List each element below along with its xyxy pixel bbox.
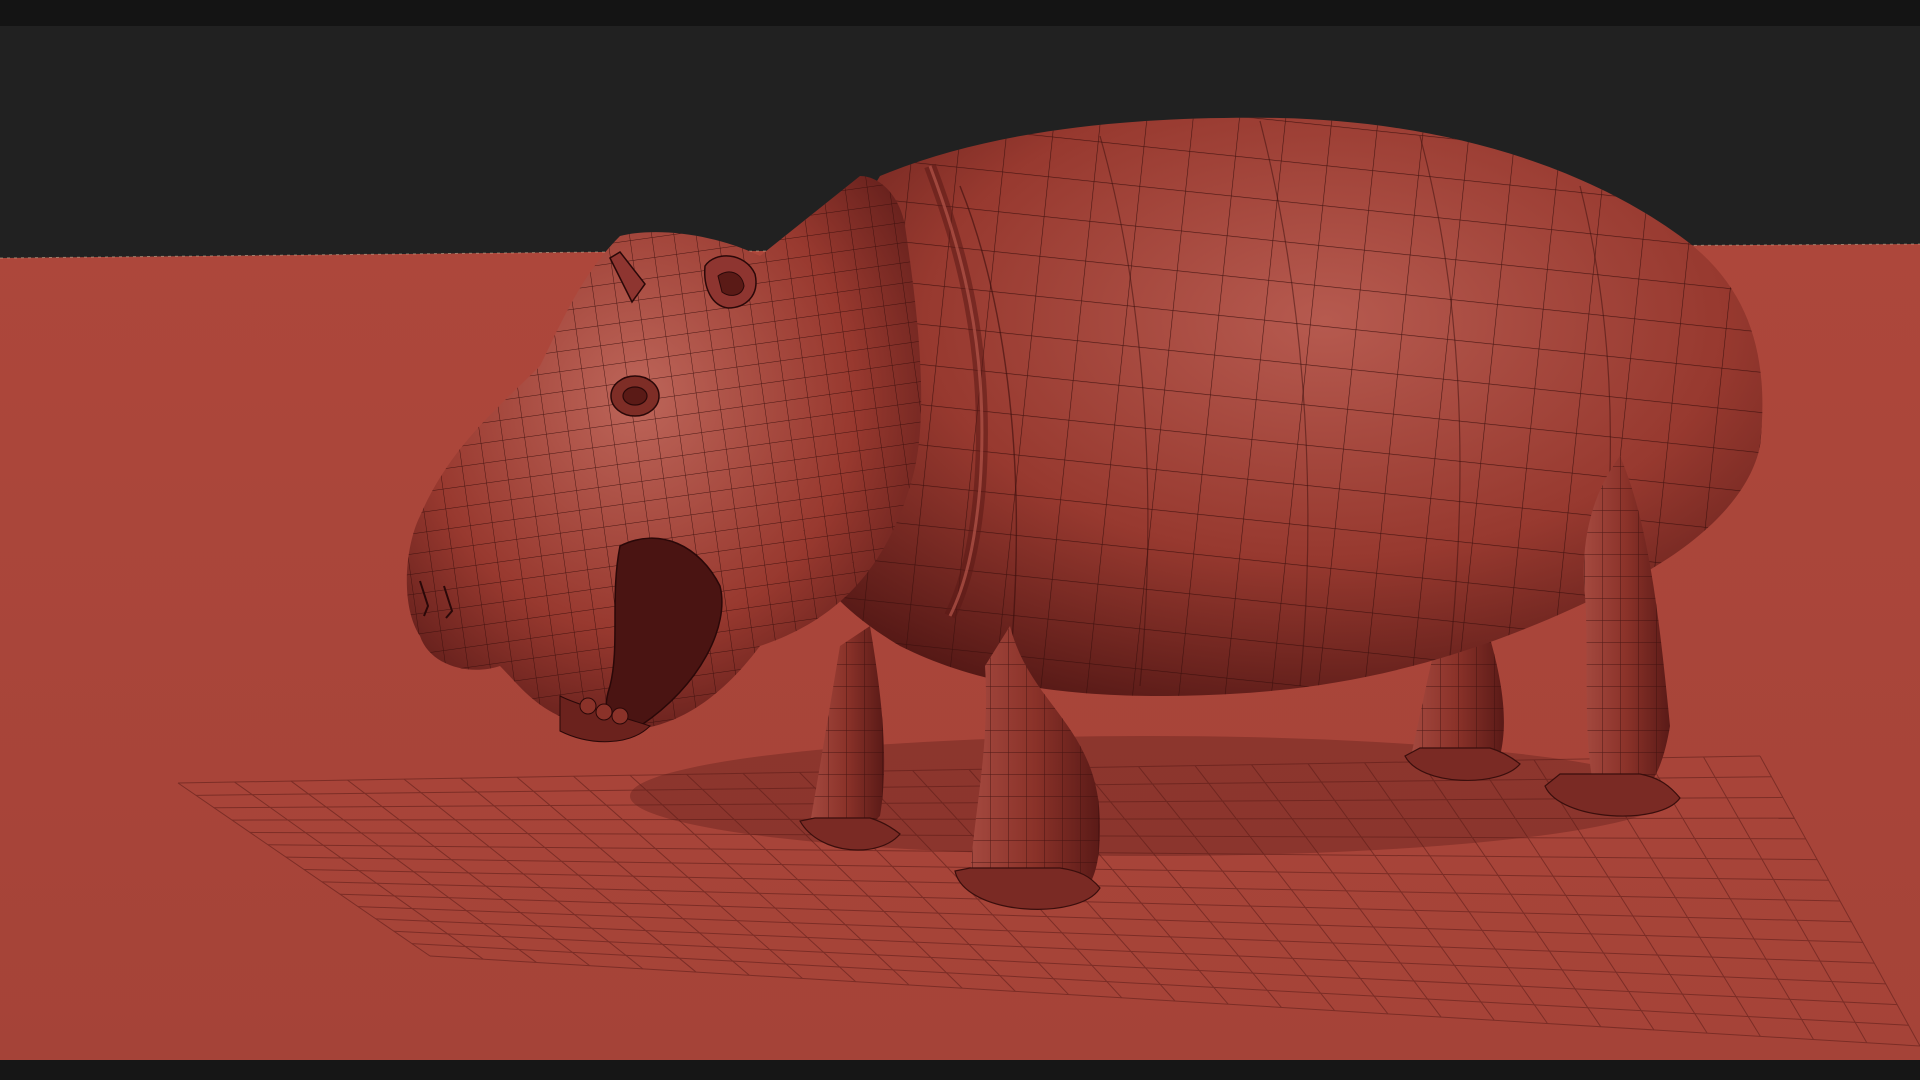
eye-mesh [610,375,660,417]
bottom-toolbar-strip [0,1060,1920,1080]
viewport-scene [0,26,1920,1060]
3d-viewport[interactable] [0,26,1920,1060]
top-toolbar-strip [0,0,1920,26]
ground-shadow [630,736,1670,856]
sculpt-app-window [0,0,1920,1080]
